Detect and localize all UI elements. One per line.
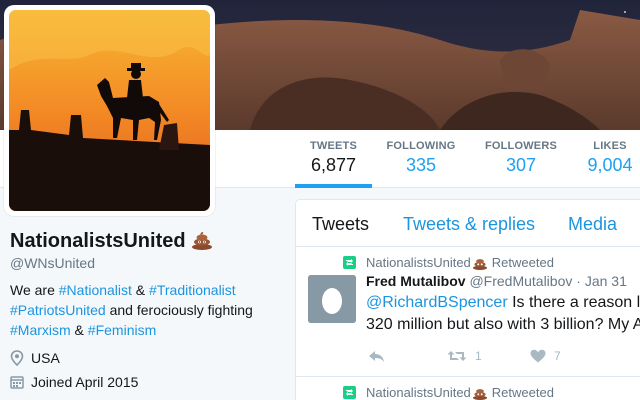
stat-likes[interactable]: LIKES 9,004 xyxy=(582,140,638,188)
stat-followers[interactable]: FOLLOWERS 307 xyxy=(481,140,561,188)
profile-bio: We are #Nationalist & #Traditionalist #Pa… xyxy=(10,280,280,340)
stat-tweets[interactable]: TWEETS 6,877 xyxy=(295,140,372,188)
retweet-badge-icon xyxy=(343,386,356,399)
tweet-author-name[interactable]: Fred Mutalibov xyxy=(366,273,466,289)
bio-text: & xyxy=(70,322,88,338)
profile-name: NationalistsUnited xyxy=(10,230,213,256)
cowboy-silhouette-image xyxy=(9,10,210,211)
retweeted-label: Retweeted xyxy=(491,385,554,400)
stat-tweets-label: TWEETS xyxy=(309,140,358,152)
tweet-text: @RichardBSpencer Is there a reason l 320… xyxy=(366,292,640,336)
tweet-text-line1: Is there a reason l xyxy=(507,294,640,311)
bio-text: and ferociously fighting xyxy=(105,302,253,318)
stat-following-value: 335 xyxy=(405,155,437,175)
hashtag-link[interactable]: #Nationalist xyxy=(59,282,132,298)
retweet-icon xyxy=(447,351,467,361)
hashtag-link[interactable]: #Marxism xyxy=(10,322,71,338)
hashtag-link[interactable]: #Feminism xyxy=(88,322,156,338)
tweet-timestamp[interactable]: · Jan 31 xyxy=(576,273,627,289)
tweet-text-line2: 320 million but also with 3 billion? My … xyxy=(366,316,640,333)
tweet-divider xyxy=(295,376,640,377)
profile-screen-name[interactable]: @WNsUnited xyxy=(10,255,95,271)
pile-of-poo-icon xyxy=(472,388,487,400)
retweet-count: 1 xyxy=(475,349,482,363)
profile-joined-date: Joined April 2015 xyxy=(10,374,138,390)
like-count: 7 xyxy=(554,349,561,363)
location-pin-icon xyxy=(10,350,24,366)
tweet-author-avatar[interactable] xyxy=(308,275,356,323)
hashtag-link[interactable]: #PatriotsUnited xyxy=(10,302,106,318)
retweet-context: NationalistsUnited Retweeted xyxy=(343,385,554,400)
stat-followers-value: 307 xyxy=(505,155,537,175)
bio-text: & xyxy=(131,282,150,298)
like-button[interactable]: 7 xyxy=(530,347,561,365)
retweet-button[interactable]: 1 xyxy=(447,347,482,365)
retweeted-label: Retweeted xyxy=(491,255,554,270)
profile-avatar[interactable] xyxy=(4,5,215,216)
egg-avatar-icon xyxy=(308,275,356,323)
stat-following-label: FOLLOWING xyxy=(386,140,456,152)
retweet-badge-icon xyxy=(343,256,356,269)
hashtag-link[interactable]: #Traditionalist xyxy=(149,282,236,298)
joined-text: Joined April 2015 xyxy=(31,374,139,390)
tweet-mention-link[interactable]: @RichardBSpencer xyxy=(366,294,508,311)
tab-media[interactable]: Media xyxy=(568,214,617,235)
pile-of-poo-icon xyxy=(191,230,213,256)
reply-icon xyxy=(369,351,384,362)
timeline-tabs: Tweets Tweets & replies Media xyxy=(296,200,640,247)
retweet-context: NationalistsUnited Retweeted xyxy=(343,255,554,270)
calendar-icon xyxy=(10,376,24,389)
location-text: USA xyxy=(31,350,60,366)
stat-tweets-value: 6,877 xyxy=(310,155,357,175)
stat-likes-value: 9,004 xyxy=(587,155,633,175)
reply-button[interactable] xyxy=(368,347,386,365)
profile-name-text: NationalistsUnited xyxy=(10,230,186,252)
stat-likes-label: LIKES xyxy=(593,140,627,152)
tweet-header: Fred Mutalibov @FredMutalibov · Jan 31 xyxy=(366,273,627,289)
profile-location: USA xyxy=(10,350,60,366)
pile-of-poo-icon xyxy=(472,258,487,270)
stat-followers-label: FOLLOWERS xyxy=(484,140,558,152)
retweeter-name[interactable]: NationalistsUnited xyxy=(366,385,471,400)
tab-tweets[interactable]: Tweets xyxy=(312,214,369,235)
bio-text: We are xyxy=(10,282,59,298)
heart-icon xyxy=(530,349,546,363)
tab-tweets-and-replies[interactable]: Tweets & replies xyxy=(403,214,535,235)
stat-following[interactable]: FOLLOWING 335 xyxy=(384,140,458,188)
tweet-author-handle[interactable]: @FredMutalibov xyxy=(469,273,572,289)
retweeter-name[interactable]: NationalistsUnited xyxy=(366,255,471,270)
